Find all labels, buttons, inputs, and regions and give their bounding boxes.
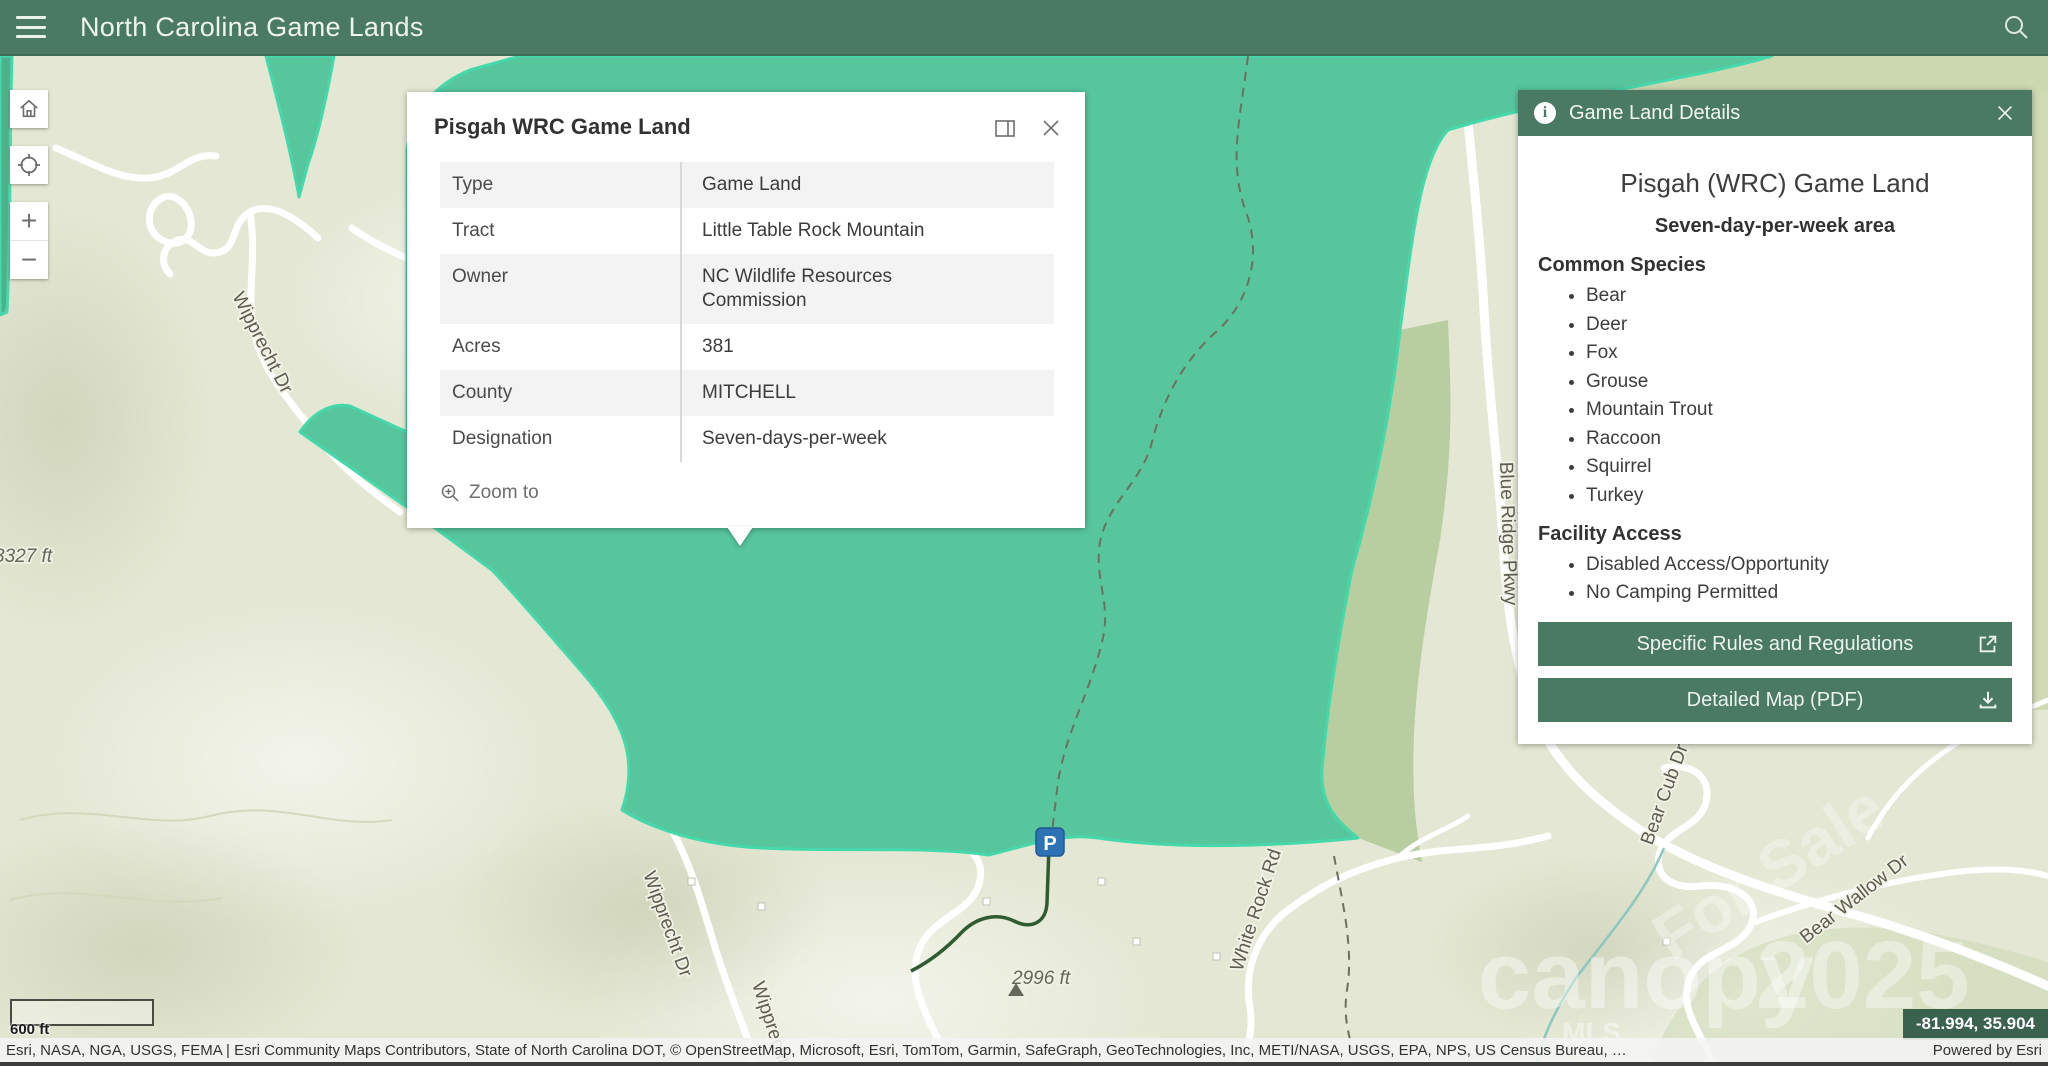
scale-bar: 600 ft (10, 999, 154, 1038)
list-item: Raccoon (1586, 428, 2012, 450)
elevation-label: 2996 ft (1011, 968, 1071, 989)
external-link-icon (1977, 633, 1999, 655)
parking-label: P (1043, 833, 1056, 855)
table-row: OwnerNC Wildlife Resources Commission (440, 254, 1054, 324)
list-item: No Camping Permitted (1586, 582, 2012, 604)
list-item: Squirrel (1586, 456, 2012, 478)
row-label: County (440, 370, 680, 416)
download-icon (1977, 689, 1999, 711)
zoom-in-button[interactable]: + (10, 202, 48, 240)
detailed-map-pdf-button[interactable]: Detailed Map (PDF) (1538, 678, 2012, 722)
button-label: Detailed Map (PDF) (1687, 689, 1864, 711)
zoom-out-glyph: − (21, 246, 37, 274)
popup-title: Pisgah WRC Game Land (434, 114, 993, 140)
row-value: MITCHELL (680, 370, 1054, 416)
table-row: TractLittle Table Rock Mountain (440, 208, 1054, 254)
zoom-to-link[interactable]: Zoom to (440, 482, 539, 504)
list-item: Bear (1586, 285, 2012, 307)
search-icon[interactable] (1998, 10, 2034, 46)
designation-subtitle: Seven-day-per-week area (1538, 215, 2012, 238)
popup-pointer (727, 527, 753, 546)
home-icon (18, 98, 40, 120)
row-value: Little Table Rock Mountain (680, 208, 1054, 254)
info-glyph: i (1543, 104, 1547, 122)
panel-close-icon[interactable] (1994, 102, 2016, 124)
details-panel-header: i Game Land Details (1518, 90, 2032, 136)
map-application: P 3327 ft 2996 ft Wipprecht Dr Wipprecht… (0, 0, 2048, 1066)
row-label: Owner (440, 254, 680, 324)
row-label: Acres (440, 324, 680, 370)
table-row: DesignationSeven-days-per-week (440, 416, 1054, 462)
zoom-in-glyph: + (21, 207, 37, 235)
table-row: CountyMITCHELL (440, 370, 1054, 416)
game-land-title: Pisgah (WRC) Game Land (1538, 168, 2012, 199)
home-button[interactable] (10, 90, 48, 128)
list-item: Turkey (1586, 485, 2012, 507)
table-row: Acres381 (440, 324, 1054, 370)
locate-button[interactable] (10, 146, 48, 184)
list-item: Disabled Access/Opportunity (1586, 554, 2012, 576)
dock-icon[interactable] (993, 116, 1017, 140)
row-value: Game Land (680, 162, 1054, 208)
row-label: Tract (440, 208, 680, 254)
powered-by-esri[interactable]: Powered by Esri (1915, 1042, 2042, 1059)
rules-regulations-button[interactable]: Specific Rules and Regulations (1538, 622, 2012, 666)
parking-icon[interactable]: P (1036, 828, 1064, 856)
zoom-control: + − (10, 202, 48, 279)
row-value: Seven-days-per-week (680, 416, 1054, 462)
popup-close-icon[interactable] (1039, 116, 1063, 140)
zoom-out-button[interactable]: − (10, 240, 48, 279)
locate-icon (17, 153, 41, 177)
app-header: North Carolina Game Lands (0, 0, 2048, 56)
window-bottom-edge (0, 1062, 2048, 1066)
attribution-bar: Esri, NASA, NGA, USGS, FEMA | Esri Commu… (0, 1038, 2048, 1062)
list-item: Deer (1586, 314, 2012, 336)
zoom-to-label: Zoom to (469, 482, 539, 504)
scale-bar-label: 600 ft (10, 1021, 154, 1038)
app-title: North Carolina Game Lands (80, 12, 424, 43)
row-label: Type (440, 162, 680, 208)
info-icon: i (1534, 102, 1556, 124)
species-heading: Common Species (1538, 254, 2012, 277)
details-panel: i Game Land Details Pisgah (WRC) Game La… (1518, 90, 2032, 744)
menu-icon[interactable] (16, 16, 46, 38)
elevation-label: 3327 ft (0, 546, 53, 567)
attribute-table: TypeGame Land TractLittle Table Rock Mou… (440, 162, 1054, 462)
facility-heading: Facility Access (1538, 523, 2012, 546)
species-list: Bear Deer Fox Grouse Mountain Trout Racc… (1538, 285, 2012, 507)
feature-popup: Pisgah WRC Game Land TypeGame Land Tract… (407, 92, 1085, 528)
coordinates-badge: -81.994, 35.904 (1903, 1009, 2048, 1040)
list-item: Mountain Trout (1586, 399, 2012, 421)
row-value: NC Wildlife Resources Commission (680, 254, 1054, 324)
row-label: Designation (440, 416, 680, 462)
button-label: Specific Rules and Regulations (1637, 633, 1914, 655)
attribution-sources: Esri, NASA, NGA, USGS, FEMA | Esri Commu… (6, 1042, 1915, 1059)
list-item: Fox (1586, 342, 2012, 364)
zoom-to-icon (440, 483, 460, 503)
table-row: TypeGame Land (440, 162, 1054, 208)
list-item: Grouse (1586, 371, 2012, 393)
facility-list: Disabled Access/Opportunity No Camping P… (1538, 554, 2012, 605)
row-value: 381 (680, 324, 1054, 370)
panel-title-bar: Game Land Details (1569, 102, 1994, 125)
